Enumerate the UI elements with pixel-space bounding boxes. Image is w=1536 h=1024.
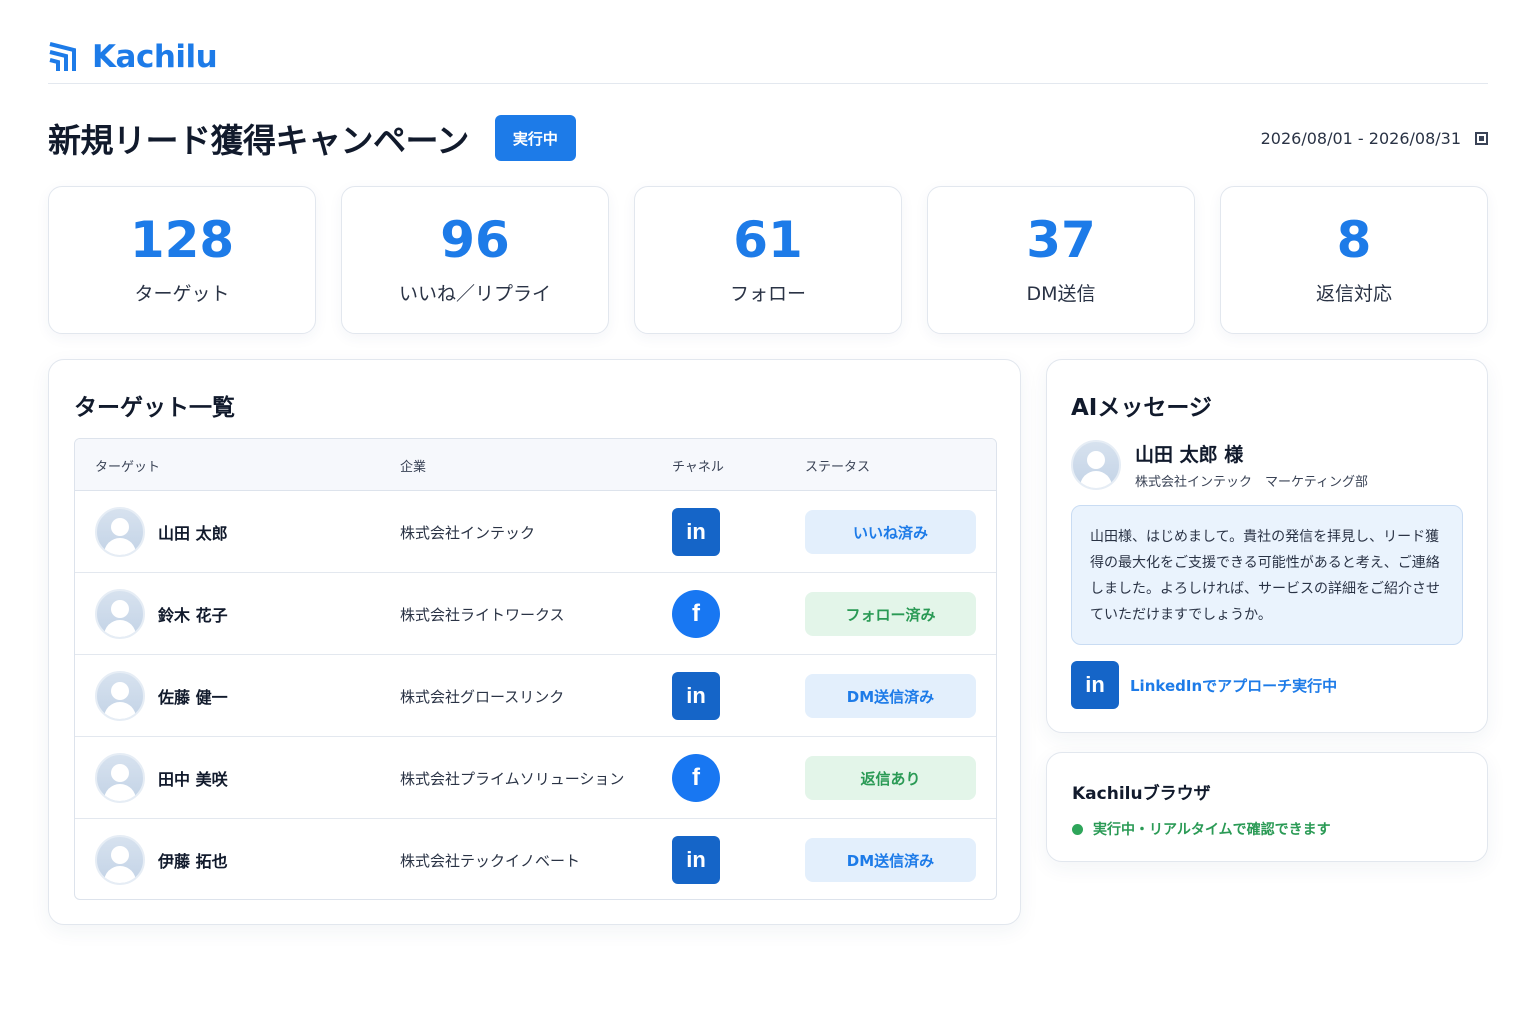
target-table: ターゲット 企業 チャネル ステータス 山田 太郎 株式会社インテック in い… [74,438,997,900]
recipient-name: 山田 太郎 様 [1135,444,1244,466]
company-name: 株式会社ライトワークス [400,605,565,624]
target-name: 田中 美咲 [158,770,228,789]
table-row[interactable]: 佐藤 健一 株式会社グロースリンク in DM送信済み [75,655,996,737]
status-badge: DM送信済み [805,838,976,882]
avatar [95,835,145,885]
stat-label: フォロー [729,282,806,305]
channel-cell: f [672,573,720,655]
linkedin-icon[interactable]: in [672,508,720,556]
avatar [95,507,145,557]
stat-value: 8 [1336,210,1372,269]
stat-label: ターゲット [134,282,230,305]
company-name: 株式会社インテック [400,523,536,542]
status-badge: いいね済み [805,510,976,554]
facebook-icon[interactable]: f [672,590,720,638]
page-title: 新規リード獲得キャンペーン [48,121,469,160]
table-row[interactable]: 伊藤 拓也 株式会社テックイノベート in DM送信済み [75,819,996,899]
campaign-header: 新規リード獲得キャンペーン 実行中 2026/08/01 - 2026/08/3… [48,112,1488,164]
linkedin-icon: in [1071,661,1119,709]
table-row[interactable]: 田中 美咲 株式会社プライムソリューション f 返信あり [75,737,996,819]
channel-cell: in [672,819,720,899]
company-name: 株式会社テックイノベート [400,851,581,870]
avatar [95,589,145,639]
table-row[interactable]: 山田 太郎 株式会社インテック in いいね済み [75,491,996,573]
avatar [95,753,145,803]
status-badge: フォロー済み [805,592,976,636]
status-badge: 返信あり [805,756,976,800]
stats-row: 128 ターゲット 96 いいね／リプライ 61 フォロー 37 DM送信 8 … [48,186,1488,334]
company-name: 株式会社グロースリンク [400,687,565,706]
campaign-status-badge: 実行中 [494,115,576,161]
stat-value: 128 [129,210,235,269]
browser-status-label: 実行中・リアルタイムで確認できます [1093,822,1331,838]
target-name: 伊藤 拓也 [158,852,228,871]
panel-title: Kachiluブラウザ [1072,784,1211,804]
stat-card-follows: 61 フォロー [634,186,902,334]
approach-action-label: LinkedInでアプローチ実行中 [1130,676,1338,695]
target-list-panel: ターゲット一覧 ターゲット 企業 チャネル ステータス 山田 太郎 株式会社イン… [48,359,1021,925]
column-header-channel: チャネル [672,459,724,475]
channel-cell: in [672,491,720,573]
column-header-company: 企業 [400,459,427,475]
status-cell: DM送信済み [805,655,976,737]
ai-message-panel: AIメッセージ 山田 太郎 様 株式会社インテック マーケティング部 山田様、は… [1046,359,1488,733]
target-cell: 山田 太郎 [95,491,228,573]
recipient-org: 株式会社インテック マーケティング部 [1135,475,1368,490]
stat-card-likes: 96 いいね／リプライ [341,186,609,334]
target-name: 鈴木 花子 [158,606,228,625]
table-header: ターゲット 企業 チャネル ステータス [75,439,996,491]
company-name: 株式会社プライムソリューション [400,769,625,788]
brand-name: Kachilu [92,38,218,75]
status-cell: いいね済み [805,491,976,573]
target-cell: 佐藤 健一 [95,655,228,737]
linkedin-icon[interactable]: in [672,672,720,720]
stat-label: DM送信 [1026,282,1096,305]
stat-value: 61 [733,210,803,269]
target-cell: 伊藤 拓也 [95,819,228,899]
avatar [1071,440,1121,490]
column-header-status: ステータス [805,459,871,475]
stat-label: いいね／リプライ [398,282,551,305]
stat-value: 37 [1026,210,1096,269]
target-name: 佐藤 健一 [158,688,228,707]
stat-value: 96 [440,210,510,269]
stat-label: 返信対応 [1315,282,1392,305]
status-dot-icon [1072,823,1083,835]
panel-title: AIメッセージ [1071,395,1212,421]
target-name: 山田 太郎 [158,524,228,543]
channel-cell: in [672,655,720,737]
status-cell: DM送信済み [805,819,976,899]
status-badge: DM送信済み [805,674,976,718]
linkedin-icon[interactable]: in [672,836,720,884]
logo[interactable]: Kachilu [48,38,218,75]
avatar [95,671,145,721]
approach-action[interactable]: in LinkedInでアプローチ実行中 [1071,661,1337,709]
browser-status: 実行中・リアルタイムで確認できます [1072,819,1331,839]
kachilu-logo-icon [49,41,76,71]
recipient-info: 山田 太郎 様 株式会社インテック マーケティング部 [1135,440,1368,490]
status-cell: 返信あり [805,737,976,819]
ai-recipient: 山田 太郎 様 株式会社インテック マーケティング部 [1071,440,1368,490]
facebook-icon[interactable]: f [672,754,720,802]
ai-message-body: 山田様、はじめまして。貴社の発信を拝見し、リード獲得の最大化をご支援できる可能性… [1071,505,1463,645]
calendar-icon[interactable] [1475,131,1488,145]
browser-panel: Kachiluブラウザ 実行中・リアルタイムで確認できます [1046,752,1488,862]
stat-card-dm: 37 DM送信 [927,186,1195,334]
target-cell: 田中 美咲 [95,737,228,819]
date-range-text: 2026/08/01 - 2026/08/31 [1260,128,1461,148]
column-header-target: ターゲット [95,459,161,475]
status-cell: フォロー済み [805,573,976,655]
table-row[interactable]: 鈴木 花子 株式会社ライトワークス f フォロー済み [75,573,996,655]
channel-cell: f [672,737,720,819]
stat-card-replies: 8 返信対応 [1220,186,1488,334]
panel-title: ターゲット一覧 [74,395,235,421]
stat-card-targets: 128 ターゲット [48,186,316,334]
date-range[interactable]: 2026/08/01 - 2026/08/31 [1261,129,1488,148]
app-header: Kachilu [48,30,1488,84]
target-cell: 鈴木 花子 [95,573,228,655]
